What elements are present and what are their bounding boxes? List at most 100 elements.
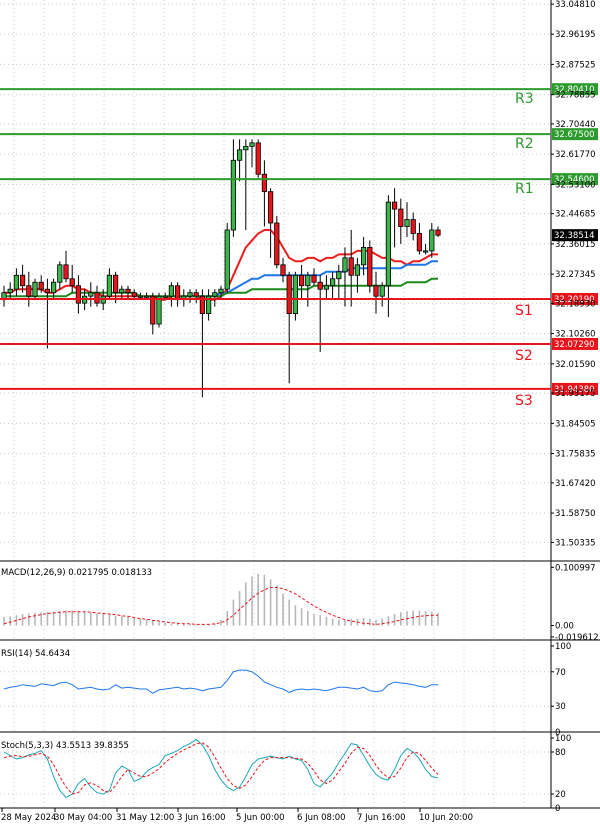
candle [323,275,330,300]
price-tick-label: 32.18930 [555,299,596,309]
price-tick-label: 32.70440 [555,120,596,130]
candle-body [57,264,63,283]
candle-body [63,264,69,280]
candle-body [75,285,81,304]
time-tick-label: 28 May 2024 [1,813,56,823]
candle-body [236,149,243,161]
price-tick-label: 32.53100 [555,180,596,190]
price-tick-label: 32.44685 [555,210,596,220]
candle-body [385,201,392,287]
panel-tick-label: 100 [555,642,571,652]
candle-body [113,274,119,294]
stoch-panel: 100 80 20 0 Stoch(5,3,3) 43.5513 39.8355 [0,734,571,814]
candle-body [69,278,75,287]
candle [429,223,435,258]
time-tick-label: 30 May 04:00 [54,813,112,823]
candle-body [360,246,367,266]
candle [255,139,261,178]
candle-body [367,246,373,287]
price-tick-label: 32.96195 [555,30,596,40]
level-name: R1 [515,181,534,197]
candle-body [218,288,224,294]
level-name: R2 [515,136,534,152]
macd-panel: 0.1009970.00-0.019612MACD(12,26,9) 0.021… [1,563,599,643]
candle [224,223,230,293]
candle [398,198,404,244]
level-price-label: 32.67500 [554,130,595,140]
candle [367,240,373,293]
candle [63,250,69,283]
candle-body [348,257,354,276]
candle [44,278,51,349]
candle-body [168,285,174,297]
price-tick-label: 31.50335 [555,538,596,548]
candle-body [354,264,361,276]
candle-body [119,288,125,294]
rsi-line [3,669,438,694]
candle-body [137,295,143,298]
candle-body [255,142,261,175]
level-name: S3 [515,393,533,409]
candle [156,292,162,328]
candle [317,275,323,352]
candle-body [373,285,379,297]
candle [435,226,441,237]
panel-tick-label: 80 [555,748,566,758]
candle [187,289,193,304]
candle [416,223,423,255]
candle [422,243,429,255]
candle [261,160,268,227]
time-tick-label: 6 Jun 08:00 [297,813,346,823]
candle [236,139,243,182]
price-tick-label: 32.87525 [555,60,596,70]
candle-body [317,281,323,290]
candle-body [26,285,32,297]
candle [354,257,361,293]
candle [410,212,416,241]
rsi-panel: 10070300RSI(14) 54.6434 [0,642,571,738]
candle-body [311,274,317,283]
price-tick-label: 31.67420 [555,479,596,489]
candle-body [274,222,280,266]
panel-tick-label: 0.00 [555,622,574,632]
candle-body [422,250,429,253]
candle [181,289,187,307]
candle-body [404,219,410,227]
candle [26,271,32,307]
price-tick-label: 31.58750 [555,509,596,519]
candle [249,139,255,168]
price-chart: R332.80410R232.67500R132.54600S132.20190… [0,0,600,823]
candle [106,268,112,300]
candle-body [88,292,94,297]
candle-body [243,145,249,151]
candle [94,285,100,307]
candle-body [106,274,112,297]
current-price-label: 32.38514 [554,231,595,241]
candle-body [94,292,100,304]
candle [119,285,125,300]
candle [404,202,410,237]
candle-body [336,271,342,280]
time-tick-label: 7 Jun 16:00 [357,813,406,823]
level-name: R3 [515,91,534,107]
candle [292,271,299,321]
candle [230,139,236,237]
price-tick-label: 33.04810 [555,0,596,10]
time-tick-label: 31 May 12:00 [116,813,174,823]
candle-body [379,285,385,297]
panel-tick-label: 70 [555,668,566,678]
panel-tick-label: 20 [555,790,566,800]
candle [298,264,305,300]
candle-body [193,292,199,297]
candle-body [13,274,19,290]
candle [267,188,274,258]
candle-body [187,292,193,297]
candle [329,271,336,300]
candle-body [280,264,286,276]
grid [0,0,600,809]
price-axis: 33.04810 32.96195 32.87525 32.78855 32.70440… [551,0,598,548]
candle-body [230,159,236,231]
candle-body [398,208,404,227]
candle-body [323,285,330,290]
candle [342,247,348,307]
